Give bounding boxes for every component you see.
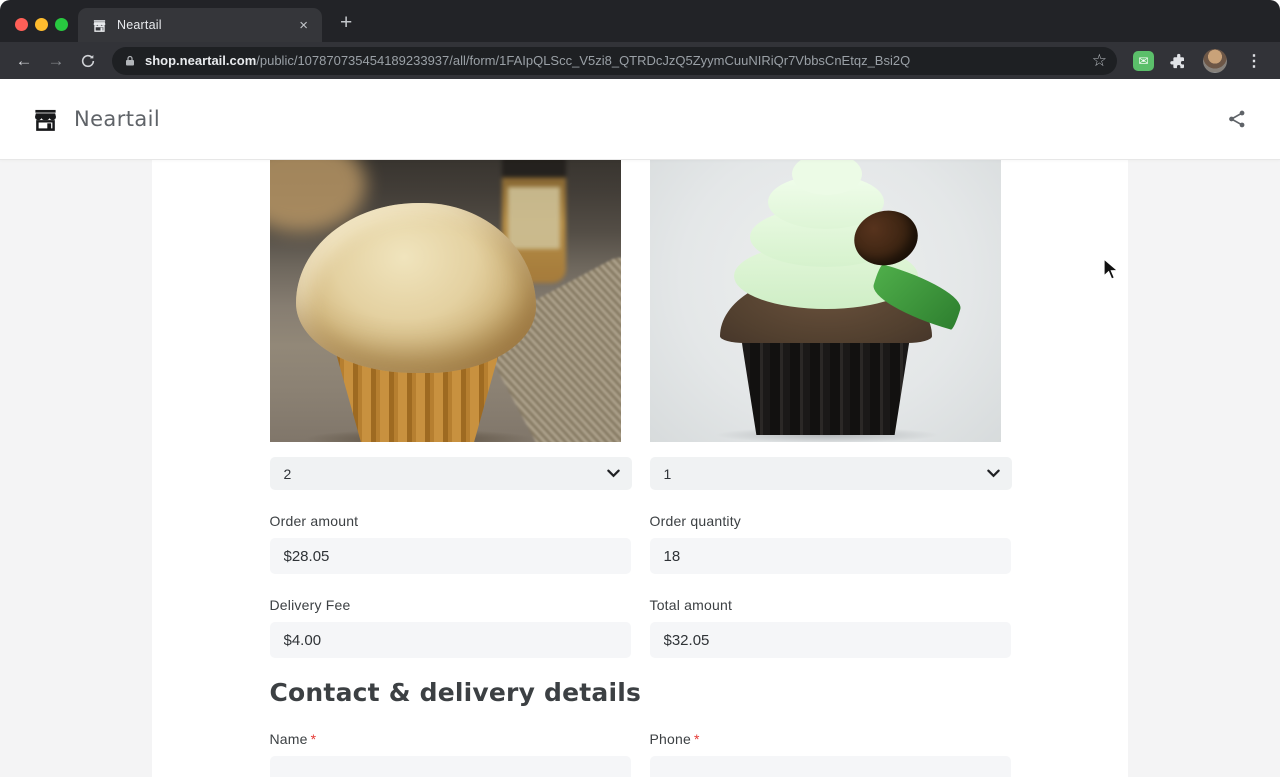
zoom-window-button[interactable] <box>55 18 68 31</box>
required-asterisk: * <box>694 731 700 747</box>
fee-total-row: Delivery Fee Total amount <box>270 597 1011 658</box>
name-phone-row: Name* Phone* <box>270 731 1011 777</box>
order-amount-label: Order amount <box>270 513 631 529</box>
muffin-quantity-value: 2 <box>284 466 292 482</box>
name-label: Name* <box>270 731 631 747</box>
browser-tab-neartail[interactable]: Neartail × <box>78 8 322 42</box>
chevron-down-icon <box>987 469 1000 478</box>
extensions-puzzle-icon[interactable] <box>1164 52 1192 70</box>
site-header: Neartail <box>0 79 1280 159</box>
total-amount-field: Total amount <box>650 597 1011 658</box>
delivery-fee-input[interactable] <box>270 622 631 658</box>
order-amount-input[interactable] <box>270 538 631 574</box>
close-window-button[interactable] <box>15 18 28 31</box>
name-input[interactable] <box>270 756 631 777</box>
url-path: /public/107870735454189233937/all/form/1… <box>256 53 910 68</box>
product-row: 2 <box>270 159 1011 490</box>
minimize-window-button[interactable] <box>35 18 48 31</box>
muffin-product-image <box>270 159 621 442</box>
total-amount-input[interactable] <box>650 622 1011 658</box>
chevron-down-icon <box>607 469 620 478</box>
address-bar[interactable]: shop.neartail.com/public/107870735454189… <box>112 47 1117 75</box>
share-icon[interactable] <box>1226 108 1248 130</box>
delivery-fee-field: Delivery Fee <box>270 597 631 658</box>
order-form: 2 <box>270 159 1011 777</box>
page-background: 2 <box>0 159 1280 777</box>
tab-title: Neartail <box>117 18 295 32</box>
browser-toolbar: ← → shop.neartail.com/public/10787073545… <box>0 42 1280 79</box>
storefront-icon <box>32 106 59 133</box>
order-amount-field: Order amount <box>270 513 631 574</box>
order-quantity-input[interactable] <box>650 538 1011 574</box>
tab-strip: Neartail × + <box>0 0 1280 42</box>
phone-label: Phone* <box>650 731 1011 747</box>
contact-section-heading: Contact & delivery details <box>270 678 1011 707</box>
new-tab-button[interactable]: + <box>332 10 360 35</box>
mail-extension-icon[interactable]: ✉ <box>1133 51 1154 71</box>
cupcake-quantity-value: 1 <box>664 466 672 482</box>
total-amount-label: Total amount <box>650 597 1011 613</box>
muffin-quantity-select[interactable]: 2 <box>270 457 632 490</box>
muffin-image-bottle-label <box>508 187 560 249</box>
phone-input[interactable] <box>650 756 1011 777</box>
tab-close-icon[interactable]: × <box>295 16 312 35</box>
product-card-cupcake: 1 <box>650 159 1011 490</box>
browser-menu-icon[interactable]: ⋮ <box>1238 51 1270 71</box>
lock-icon <box>124 54 136 68</box>
site-brand: Neartail <box>74 107 160 131</box>
required-asterisk: * <box>311 731 317 747</box>
profile-avatar[interactable] <box>1203 49 1227 73</box>
url-domain: shop.neartail.com <box>145 53 256 68</box>
url-text: shop.neartail.com/public/107870735454189… <box>145 53 1084 68</box>
forward-icon[interactable]: → <box>42 47 70 75</box>
order-quantity-label: Order quantity <box>650 513 1011 529</box>
amount-quantity-row: Order amount Order quantity <box>270 513 1011 574</box>
browser-window: Neartail × + ← → shop.neartail.com/publi… <box>0 0 1280 777</box>
reload-icon[interactable] <box>74 47 102 75</box>
phone-field: Phone* <box>650 731 1011 777</box>
bookmark-star-icon[interactable]: ☆ <box>1092 51 1107 71</box>
name-field: Name* <box>270 731 631 777</box>
back-icon[interactable]: ← <box>10 47 38 75</box>
order-quantity-field: Order quantity <box>650 513 1011 574</box>
window-controls <box>15 18 68 31</box>
phone-label-text: Phone <box>650 731 691 747</box>
name-label-text: Name <box>270 731 308 747</box>
delivery-fee-label: Delivery Fee <box>270 597 631 613</box>
storefront-favicon-icon <box>92 18 107 33</box>
cupcake-product-image <box>650 159 1001 442</box>
shop-content: 2 <box>152 159 1128 777</box>
cupcake-quantity-select[interactable]: 1 <box>650 457 1012 490</box>
product-card-muffin: 2 <box>270 159 631 490</box>
